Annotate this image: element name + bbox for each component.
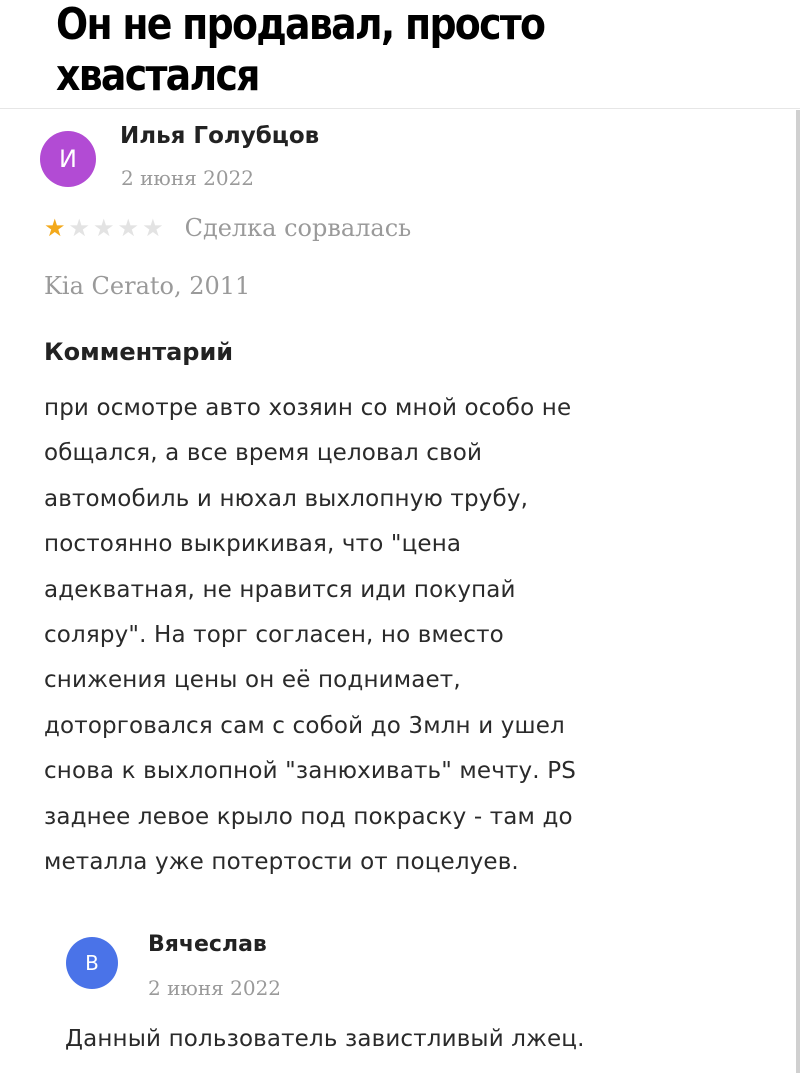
- star-icon: ★: [142, 214, 164, 242]
- avatar[interactable]: В: [66, 937, 118, 989]
- star-icon: ★: [68, 214, 91, 242]
- divider: [0, 108, 800, 109]
- page-edge: [796, 110, 800, 1073]
- avatar[interactable]: И: [40, 131, 96, 187]
- star-icon: ★: [44, 214, 66, 242]
- review-author-name[interactable]: Илья Голубцов: [120, 123, 319, 149]
- deal-status: Сделка сорвалась: [184, 214, 412, 242]
- comment-heading: Комментарий: [44, 338, 234, 366]
- star-icon: ★: [117, 214, 140, 242]
- meme-caption: Он не продавал, просто хвастался: [56, 0, 546, 101]
- star-icon: ★: [93, 214, 115, 242]
- review-date: 2 июня 2022: [121, 166, 255, 190]
- reply-author-name[interactable]: Вячеслав: [148, 932, 267, 957]
- reply-date: 2 июня 2022: [148, 976, 282, 1000]
- comment-text: при осмотре авто хозяин со мной особо не…: [44, 395, 576, 876]
- star-rating: ★ ★ ★ ★ ★ Сделка сорвалась: [44, 214, 411, 242]
- reply-text: Данный пользователь завистливый лжец.: [65, 1026, 585, 1052]
- car-model: Kia Cerato, 2011: [44, 272, 251, 300]
